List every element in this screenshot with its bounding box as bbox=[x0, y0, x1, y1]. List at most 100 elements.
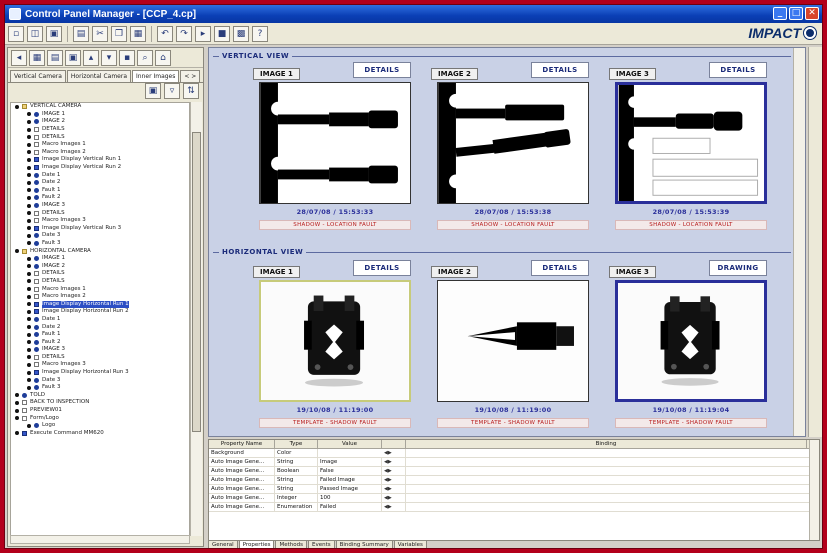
property-row[interactable]: Auto Image Gene... String Failed Image ◀… bbox=[209, 476, 819, 485]
undo-icon[interactable]: ↶ bbox=[157, 25, 173, 42]
expand-dot-icon[interactable] bbox=[27, 173, 31, 178]
expand-dot-icon[interactable] bbox=[15, 249, 19, 254]
tree-item[interactable]: Fault 2 bbox=[11, 194, 189, 202]
expand-dot-icon[interactable] bbox=[27, 302, 31, 307]
help-icon[interactable]: ? bbox=[252, 25, 268, 42]
tree-item[interactable]: Date 2 bbox=[11, 179, 189, 187]
minimize-button[interactable]: _ bbox=[773, 7, 787, 20]
lock-icon[interactable]: ▪ bbox=[119, 49, 135, 66]
expand-dot-icon[interactable] bbox=[27, 157, 31, 162]
tab-variables[interactable]: Variables bbox=[393, 541, 427, 548]
expand-dot-icon[interactable] bbox=[27, 119, 31, 124]
binding-arrows-icon[interactable]: ◀▶ bbox=[382, 485, 406, 493]
expand-dot-icon[interactable] bbox=[27, 325, 31, 330]
title-bar[interactable]: Control Panel Manager - [CCP_4.cp] _ □ ✕ bbox=[5, 5, 822, 23]
tree-item[interactable]: Form/Logo bbox=[11, 414, 189, 422]
expand-dot-icon[interactable] bbox=[27, 226, 31, 231]
tree-item[interactable]: Macro Images 1 bbox=[11, 141, 189, 149]
inspection-image[interactable] bbox=[437, 280, 589, 402]
expand-dot-icon[interactable] bbox=[27, 362, 31, 367]
tree-item[interactable]: Fault 1 bbox=[11, 331, 189, 339]
list-icon[interactable]: ▤ bbox=[47, 49, 63, 66]
new-icon[interactable]: ▫ bbox=[8, 25, 24, 42]
tree-item[interactable]: Date 3 bbox=[11, 232, 189, 240]
home-icon[interactable]: ⌂ bbox=[155, 49, 171, 66]
tree-scrollbar[interactable] bbox=[190, 102, 202, 536]
object-tree[interactable]: VERTICAL CAMERA IMAGE 1 IMAGE 2 DETAILS DETA… bbox=[10, 102, 190, 536]
property-row[interactable]: Background Color ◀▶ bbox=[209, 449, 819, 458]
expand-dot-icon[interactable] bbox=[27, 332, 31, 337]
tab-horizontal-camera[interactable]: Horizontal Camera bbox=[66, 70, 132, 82]
down-icon[interactable]: ▾ bbox=[101, 49, 117, 66]
binding-arrows-icon[interactable]: ◀▶ bbox=[382, 467, 406, 475]
tree-item[interactable]: Date 1 bbox=[11, 171, 189, 179]
tree-item[interactable]: DETAILS bbox=[11, 278, 189, 286]
tab-binding-summary[interactable]: Binding Summary bbox=[335, 541, 393, 548]
tab-inner-images[interactable]: Inner Images bbox=[132, 70, 180, 82]
tab-vertical-camera[interactable]: Vertical Camera bbox=[10, 70, 66, 82]
expand-dot-icon[interactable] bbox=[27, 271, 31, 276]
expand-dot-icon[interactable] bbox=[27, 287, 31, 292]
expand-dot-icon[interactable] bbox=[27, 256, 31, 261]
redo-icon[interactable]: ↷ bbox=[176, 25, 192, 42]
details-button[interactable]: DRAWING bbox=[709, 260, 767, 276]
find-icon[interactable]: ⌕ bbox=[137, 49, 153, 66]
right-scroll-strip[interactable] bbox=[808, 47, 822, 437]
property-row[interactable]: Auto Image Gene... String Passed Image ◀… bbox=[209, 485, 819, 494]
tree-item[interactable]: IMAGE 2 bbox=[11, 262, 189, 270]
expand-dot-icon[interactable] bbox=[27, 279, 31, 284]
tree-item[interactable]: DETAILS bbox=[11, 354, 189, 362]
properties-scrollbar[interactable] bbox=[809, 440, 819, 540]
expand-dot-icon[interactable] bbox=[27, 142, 31, 147]
property-value[interactable]: Passed Image bbox=[318, 485, 382, 493]
tab-general[interactable]: General bbox=[208, 541, 238, 548]
tree-item[interactable]: DETAILS bbox=[11, 133, 189, 141]
tree-item[interactable]: Image Display Vertical Run 3 bbox=[11, 225, 189, 233]
expand-dot-icon[interactable] bbox=[27, 347, 31, 352]
props-icon[interactable]: ▣ bbox=[65, 49, 81, 66]
expand-dot-icon[interactable] bbox=[27, 180, 31, 185]
tree-item[interactable]: Macro Images 3 bbox=[11, 217, 189, 225]
expand-dot-icon[interactable] bbox=[27, 264, 31, 269]
expand-dot-icon[interactable] bbox=[15, 416, 19, 421]
expand-dot-icon[interactable] bbox=[27, 309, 31, 314]
details-button[interactable]: DETAILS bbox=[709, 62, 767, 78]
details-button[interactable]: DETAILS bbox=[353, 260, 411, 276]
canvas-scrollbar[interactable] bbox=[793, 48, 805, 436]
expand-dot-icon[interactable] bbox=[27, 127, 31, 132]
expand-dot-icon[interactable] bbox=[27, 218, 31, 223]
expand-dot-icon[interactable] bbox=[15, 393, 19, 398]
tree-item[interactable]: Date 1 bbox=[11, 316, 189, 324]
property-value[interactable]: Failed Image bbox=[318, 476, 382, 484]
tree-item[interactable]: TOLD bbox=[11, 392, 189, 400]
expand-dot-icon[interactable] bbox=[27, 378, 31, 383]
back-icon[interactable]: ◂ bbox=[11, 49, 27, 66]
expand-dot-icon[interactable] bbox=[15, 431, 19, 436]
up-icon[interactable]: ▴ bbox=[83, 49, 99, 66]
property-value[interactable]: Failed bbox=[318, 503, 382, 511]
details-button[interactable]: DETAILS bbox=[353, 62, 411, 78]
tree-item[interactable]: Image Display Horizontal Run 3 bbox=[11, 369, 189, 377]
tree-item[interactable]: IMAGE 1 bbox=[11, 255, 189, 263]
expand-dot-icon[interactable] bbox=[27, 203, 31, 208]
tree-item[interactable]: IMAGE 3 bbox=[11, 346, 189, 354]
tree-item[interactable]: Fault 2 bbox=[11, 338, 189, 346]
tree-item[interactable]: Logo bbox=[11, 422, 189, 430]
expand-dot-icon[interactable] bbox=[27, 355, 31, 360]
binding-arrows-icon[interactable]: ◀▶ bbox=[382, 476, 406, 484]
tree-item[interactable]: Date 2 bbox=[11, 323, 189, 331]
expand-dot-icon[interactable] bbox=[15, 408, 19, 413]
property-value[interactable]: Image bbox=[318, 458, 382, 466]
inspection-image[interactable] bbox=[615, 280, 767, 402]
run-icon[interactable]: ▸ bbox=[195, 25, 211, 42]
tree-icon[interactable]: ▦ bbox=[29, 49, 45, 66]
tree-item[interactable]: VERTICAL CAMERA bbox=[11, 103, 189, 111]
property-row[interactable]: Auto Image Gene... String Image ◀▶ bbox=[209, 458, 819, 467]
paste-icon[interactable]: ▦ bbox=[130, 25, 146, 42]
tree-item[interactable]: Macro Images 2 bbox=[11, 293, 189, 301]
expand-dot-icon[interactable] bbox=[27, 317, 31, 322]
details-button[interactable]: DETAILS bbox=[531, 260, 589, 276]
save-icon[interactable]: ▣ bbox=[46, 25, 62, 42]
expand-dot-icon[interactable] bbox=[15, 400, 19, 405]
tree-item[interactable]: Image Display Horizontal Run 2 bbox=[11, 308, 189, 316]
